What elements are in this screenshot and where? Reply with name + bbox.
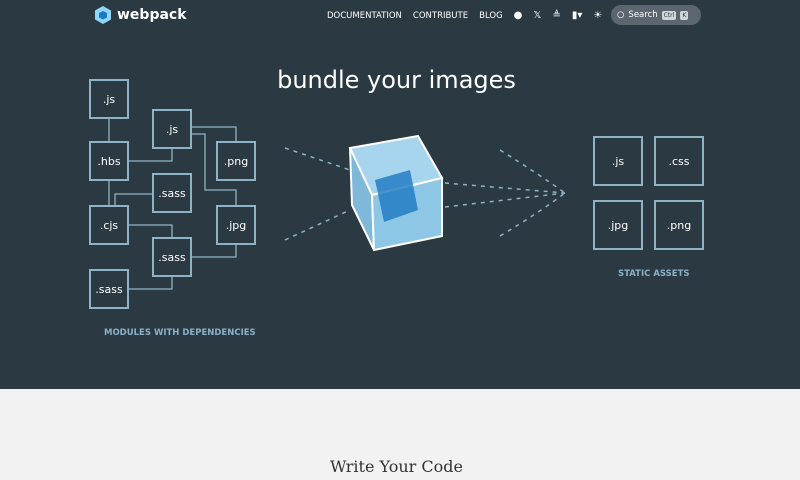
module-box-label: .js: [166, 123, 179, 136]
asset-box-label: .js: [612, 155, 625, 168]
module-box-label: .sass: [95, 283, 123, 296]
hero: webpack DOCUMENTATION CONTRIBUTE BLOG ● …: [0, 0, 800, 389]
module-box-label: .sass: [158, 187, 186, 200]
modules-caption: MODULES WITH DEPENDENCIES: [104, 328, 256, 338]
module-box-label: .png: [224, 155, 248, 168]
asset-box-label: .jpg: [608, 219, 629, 232]
asset-box-label: .css: [668, 155, 689, 168]
cube-icon: [348, 134, 444, 252]
assets-caption: STATIC ASSETS: [618, 269, 690, 279]
asset-box-label: .png: [667, 219, 691, 232]
module-box-label: .hbs: [97, 155, 120, 168]
module-box-label: .cjs: [100, 219, 119, 232]
section-title: Write Your Code: [330, 457, 463, 476]
module-box-label: .js: [103, 93, 116, 106]
module-box-label: .jpg: [226, 219, 247, 232]
module-box-label: .sass: [158, 251, 186, 264]
